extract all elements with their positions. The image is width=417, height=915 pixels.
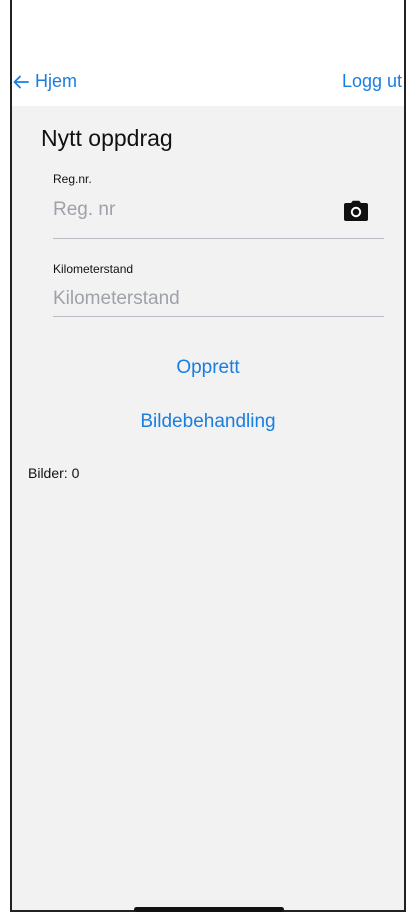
back-button-label: Hjem [35,71,78,91]
page-title: Nytt oppdrag [41,125,173,151]
camera-button[interactable] [343,200,369,222]
create-button[interactable]: Opprett [12,357,404,379]
main-content: Nytt oppdrag Reg.nr. Kilometerstand Oppr… [12,106,404,910]
mileage-label: Kilometerstand [53,262,134,276]
camera-icon [343,200,369,226]
logout-button[interactable]: Logg ut [342,71,402,92]
arrow-left-icon [13,75,29,89]
reg-number-input[interactable] [53,193,345,227]
reg-number-underline [53,238,384,239]
status-bar [12,0,404,60]
home-indicator[interactable] [134,907,284,912]
phone-screen: Hjem Logg ut Nytt oppdrag Reg.nr. Kilome… [10,0,406,912]
image-processing-button[interactable]: Bildebehandling [12,411,404,433]
mileage-input[interactable] [53,282,384,317]
images-count: Bilder: 0 [28,465,80,481]
reg-number-label: Reg.nr. [53,172,92,186]
back-button[interactable]: Hjem [13,71,77,92]
navigation-bar: Hjem Logg ut [12,60,404,106]
